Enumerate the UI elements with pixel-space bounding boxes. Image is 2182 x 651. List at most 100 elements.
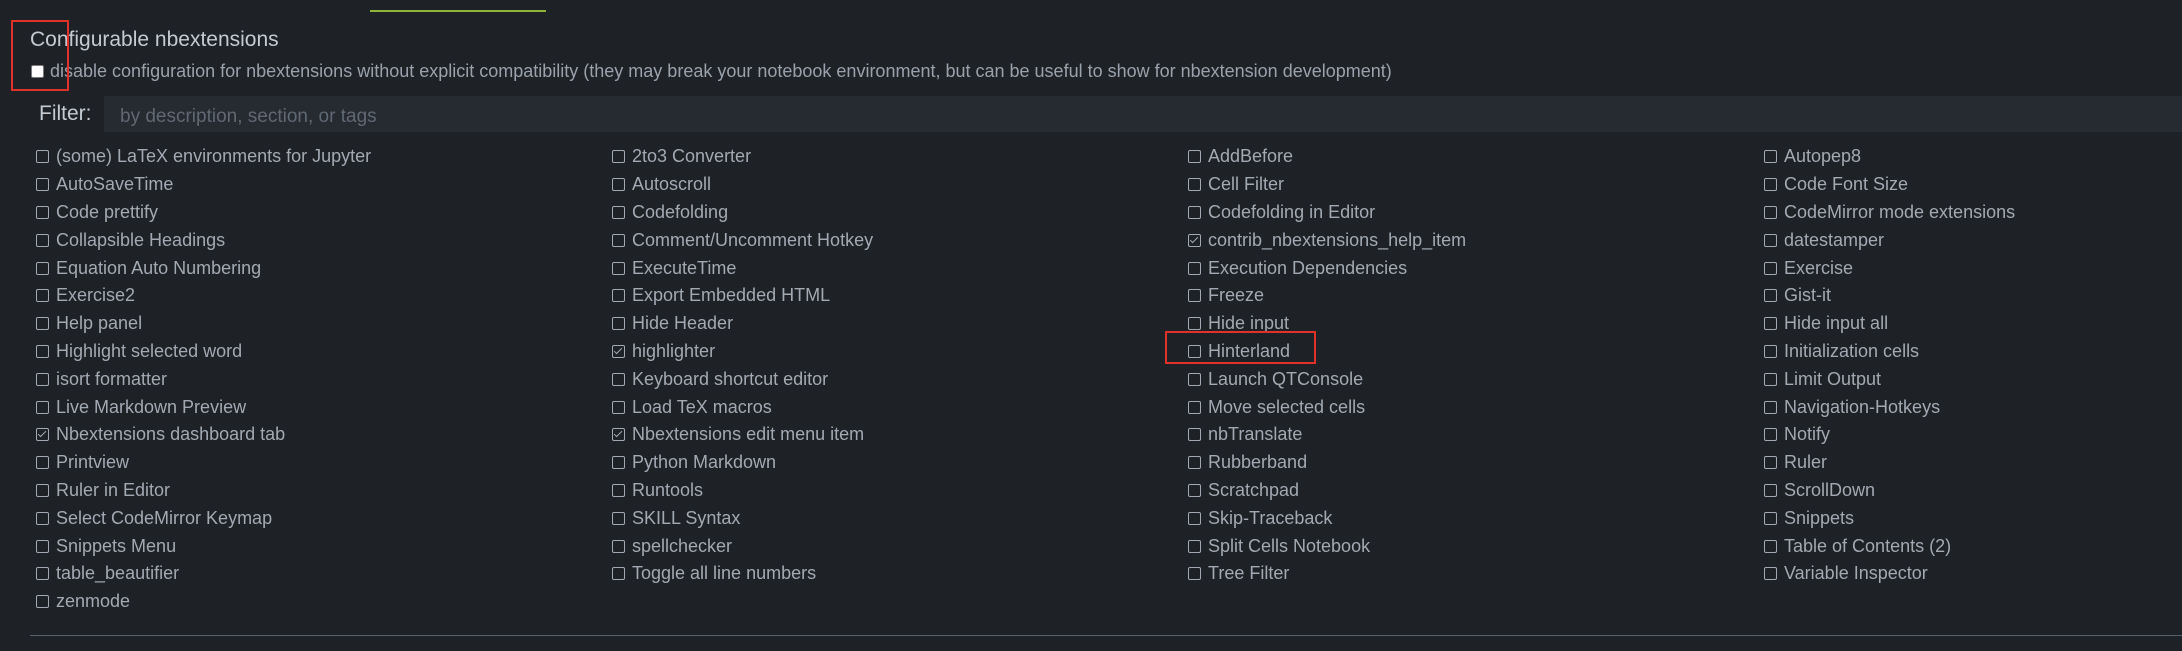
unchecked-checkbox-icon[interactable] (612, 483, 625, 497)
extension-item[interactable]: Variable Inspector (1764, 560, 2182, 588)
extension-item[interactable]: Nbextensions edit menu item (612, 421, 1188, 449)
extension-item[interactable]: Tree Filter (1188, 560, 1764, 588)
unchecked-checkbox-icon[interactable] (36, 456, 49, 470)
extension-item[interactable]: Launch QTConsole (1188, 365, 1764, 393)
unchecked-checkbox-icon[interactable] (1764, 317, 1777, 331)
extension-item[interactable]: Initialization cells (1764, 338, 2182, 366)
extension-item[interactable]: Hide input (1188, 310, 1764, 338)
unchecked-checkbox-icon[interactable] (36, 344, 49, 358)
extension-item[interactable]: Runtools (612, 477, 1188, 505)
compat-checkbox[interactable] (31, 65, 44, 78)
extension-item[interactable]: Table of Contents (2) (1764, 532, 2182, 560)
unchecked-checkbox-icon[interactable] (612, 456, 625, 470)
unchecked-checkbox-icon[interactable] (612, 372, 625, 386)
extension-item[interactable]: Freeze (1188, 282, 1764, 310)
extension-item[interactable]: Hide input all (1764, 310, 2182, 338)
unchecked-checkbox-icon[interactable] (612, 511, 625, 525)
extension-item[interactable]: Code prettify (36, 199, 612, 227)
extension-item[interactable]: Collapsible Headings (36, 226, 612, 254)
unchecked-checkbox-icon[interactable] (1764, 539, 1777, 553)
extension-item[interactable]: Hinterland (1188, 338, 1764, 366)
checked-checkbox-icon[interactable] (612, 428, 625, 442)
extension-item[interactable]: Ruler in Editor (36, 477, 612, 505)
unchecked-checkbox-icon[interactable] (36, 261, 49, 275)
unchecked-checkbox-icon[interactable] (1764, 567, 1777, 581)
unchecked-checkbox-icon[interactable] (1764, 178, 1777, 192)
extension-item[interactable]: Live Markdown Preview (36, 393, 612, 421)
extension-item[interactable]: Skip-Traceback (1188, 504, 1764, 532)
unchecked-checkbox-icon[interactable] (612, 150, 625, 164)
extension-item[interactable]: 2to3 Converter (612, 143, 1188, 171)
extension-item[interactable]: Split Cells Notebook (1188, 532, 1764, 560)
extension-item[interactable]: nbTranslate (1188, 421, 1764, 449)
extension-item[interactable]: Help panel (36, 310, 612, 338)
unchecked-checkbox-icon[interactable] (612, 539, 625, 553)
unchecked-checkbox-icon[interactable] (36, 317, 49, 331)
unchecked-checkbox-icon[interactable] (612, 178, 625, 192)
extension-item[interactable]: Highlight selected word (36, 338, 612, 366)
unchecked-checkbox-icon[interactable] (1764, 456, 1777, 470)
filter-input[interactable] (104, 96, 2182, 132)
unchecked-checkbox-icon[interactable] (1188, 205, 1201, 219)
extension-item[interactable]: table_beautifier (36, 560, 612, 588)
unchecked-checkbox-icon[interactable] (612, 567, 625, 581)
unchecked-checkbox-icon[interactable] (36, 289, 49, 303)
checked-checkbox-icon[interactable] (1188, 233, 1201, 247)
extension-item[interactable]: Navigation-Hotkeys (1764, 393, 2182, 421)
extension-item[interactable]: Snippets Menu (36, 532, 612, 560)
unchecked-checkbox-icon[interactable] (1764, 150, 1777, 164)
unchecked-checkbox-icon[interactable] (36, 400, 49, 414)
unchecked-checkbox-icon[interactable] (612, 289, 625, 303)
unchecked-checkbox-icon[interactable] (1764, 205, 1777, 219)
extension-item[interactable]: Keyboard shortcut editor (612, 365, 1188, 393)
extension-item[interactable]: Gist-it (1764, 282, 2182, 310)
unchecked-checkbox-icon[interactable] (1188, 344, 1201, 358)
extension-item[interactable]: AddBefore (1188, 143, 1764, 171)
unchecked-checkbox-icon[interactable] (612, 317, 625, 331)
extension-item[interactable]: Toggle all line numbers (612, 560, 1188, 588)
unchecked-checkbox-icon[interactable] (1764, 483, 1777, 497)
extension-item[interactable]: Codefolding in Editor (1188, 199, 1764, 227)
unchecked-checkbox-icon[interactable] (1188, 261, 1201, 275)
unchecked-checkbox-icon[interactable] (1764, 261, 1777, 275)
extension-item[interactable]: Comment/Uncomment Hotkey (612, 226, 1188, 254)
extension-item[interactable]: Load TeX macros (612, 393, 1188, 421)
extension-item[interactable]: Python Markdown (612, 449, 1188, 477)
unchecked-checkbox-icon[interactable] (1188, 289, 1201, 303)
extension-item[interactable]: zenmode (36, 588, 612, 616)
extension-item[interactable]: Export Embedded HTML (612, 282, 1188, 310)
extension-item[interactable]: Ruler (1764, 449, 2182, 477)
unchecked-checkbox-icon[interactable] (36, 483, 49, 497)
unchecked-checkbox-icon[interactable] (1764, 233, 1777, 247)
unchecked-checkbox-icon[interactable] (36, 150, 49, 164)
extension-item[interactable]: Autopep8 (1764, 143, 2182, 171)
unchecked-checkbox-icon[interactable] (36, 539, 49, 553)
unchecked-checkbox-icon[interactable] (1188, 400, 1201, 414)
extension-item[interactable]: Select CodeMirror Keymap (36, 504, 612, 532)
unchecked-checkbox-icon[interactable] (1764, 344, 1777, 358)
extension-item[interactable]: Hide Header (612, 310, 1188, 338)
extension-item[interactable]: Notify (1764, 421, 2182, 449)
extension-item[interactable]: Scratchpad (1188, 477, 1764, 505)
unchecked-checkbox-icon[interactable] (36, 595, 49, 609)
extension-item[interactable]: Execution Dependencies (1188, 254, 1764, 282)
unchecked-checkbox-icon[interactable] (612, 400, 625, 414)
extension-item[interactable]: AutoSaveTime (36, 171, 612, 199)
unchecked-checkbox-icon[interactable] (36, 567, 49, 581)
unchecked-checkbox-icon[interactable] (1188, 317, 1201, 331)
extension-item[interactable]: spellchecker (612, 532, 1188, 560)
extension-item[interactable]: isort formatter (36, 365, 612, 393)
unchecked-checkbox-icon[interactable] (1188, 511, 1201, 525)
extension-item[interactable]: ScrollDown (1764, 477, 2182, 505)
unchecked-checkbox-icon[interactable] (1188, 178, 1201, 192)
unchecked-checkbox-icon[interactable] (1188, 428, 1201, 442)
extension-item[interactable]: contrib_nbextensions_help_item (1188, 226, 1764, 254)
extension-item[interactable]: CodeMirror mode extensions (1764, 199, 2182, 227)
extension-item[interactable]: Codefolding (612, 199, 1188, 227)
unchecked-checkbox-icon[interactable] (1764, 400, 1777, 414)
extension-item[interactable]: Exercise2 (36, 282, 612, 310)
unchecked-checkbox-icon[interactable] (1188, 150, 1201, 164)
unchecked-checkbox-icon[interactable] (612, 261, 625, 275)
extension-item[interactable]: Limit Output (1764, 365, 2182, 393)
extension-item[interactable]: Nbextensions dashboard tab (36, 421, 612, 449)
